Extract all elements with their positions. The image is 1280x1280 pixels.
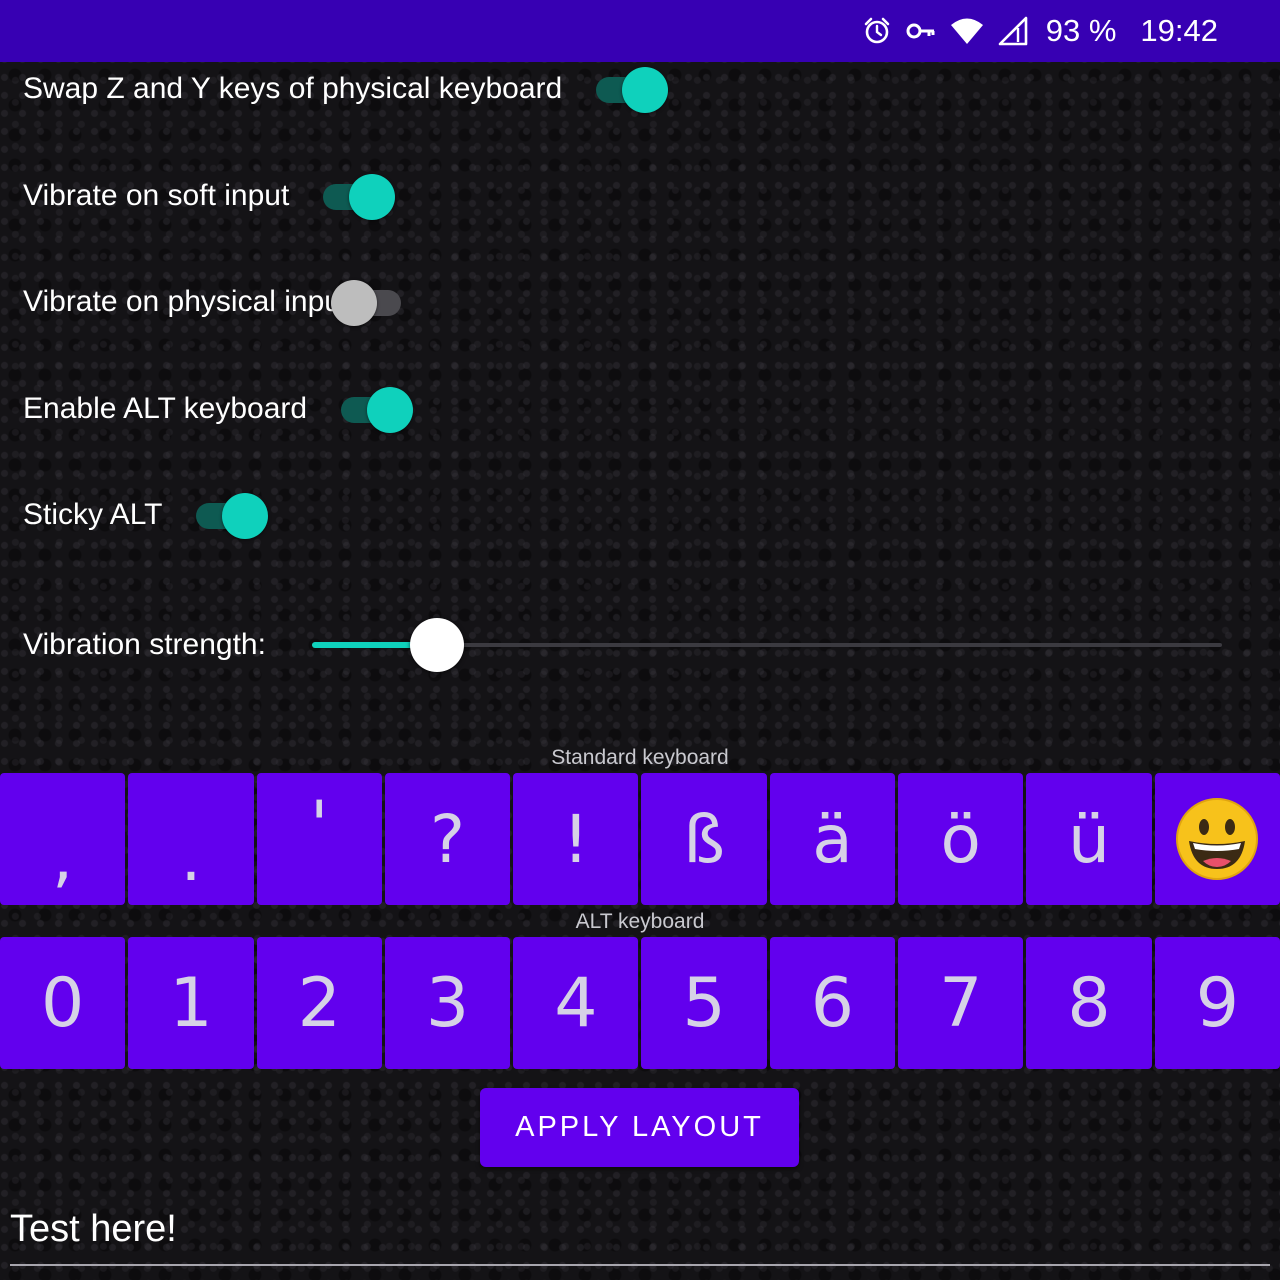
key-label: 6 [810,963,855,1043]
grinning-face-emoji-icon [1176,798,1259,880]
setting-enable-alt: Enable ALT keyboard [23,379,415,439]
toggle-thumb [622,67,669,113]
key-label: ! [562,800,590,878]
key-5[interactable]: 5 [641,937,767,1069]
slider-thumb[interactable] [410,618,464,672]
setting-label: Sticky ALT [23,498,163,531]
key-label: 1 [169,963,213,1043]
swap-zy-toggle[interactable] [596,65,670,113]
standard-keyboard: , . ' ? ! ß ä ö ü [0,773,1280,905]
toggle-thumb [331,280,378,326]
status-icons: 93 % 19:42 [862,0,1218,62]
wifi-icon [950,16,984,46]
key-4[interactable]: 4 [513,937,639,1069]
battery-level: 93 % [1045,13,1117,48]
setting-label: Vibrate on physical input [23,285,350,318]
key-3[interactable]: 3 [384,937,511,1069]
status-bar: 93 % 19:42 [0,0,1280,62]
key-a-umlaut[interactable]: ä [769,773,896,905]
key-label: 9 [1195,963,1239,1043]
toggle-thumb [367,387,414,433]
key-label: ? [430,800,466,878]
key-6[interactable]: 6 [769,937,896,1069]
vibrate-physical-toggle[interactable] [331,278,405,326]
test-input[interactable]: Test here! [10,1208,1270,1266]
key-1[interactable]: 1 [128,937,254,1069]
key-label: . [180,818,202,896]
setting-vibrate-soft: Vibrate on soft input [23,166,397,226]
vpn-key-icon [906,19,936,43]
alt-keyboard-caption: ALT keyboard [575,910,705,933]
cellular-signal-icon [998,16,1028,46]
key-label: 5 [682,963,726,1043]
alarm-icon [862,16,892,46]
key-7[interactable]: 7 [898,937,1024,1069]
sticky-alt-toggle[interactable] [196,491,270,539]
key-label: ' [310,786,329,864]
key-period[interactable]: . [128,773,254,905]
setting-label: Enable ALT keyboard [23,392,308,425]
key-label: , [52,818,74,896]
enable-alt-toggle[interactable] [341,385,415,433]
apply-layout-button[interactable]: APPLY LAYOUT [480,1088,799,1167]
vibration-strength-label: Vibration strength: [23,628,266,661]
standard-keyboard-caption: Standard keyboard [551,746,729,769]
key-label: 3 [425,963,470,1043]
key-u-umlaut[interactable]: ü [1026,773,1152,905]
key-label: ß [683,800,725,878]
key-eszett[interactable]: ß [641,773,767,905]
key-label: ü [1068,800,1110,878]
setting-sticky-alt: Sticky ALT [23,485,270,545]
key-0[interactable]: 0 [0,937,126,1069]
key-label: ö [940,800,981,878]
vibration-strength-row: Vibration strength: [23,615,266,675]
key-2[interactable]: 2 [256,937,382,1069]
vibrate-soft-toggle[interactable] [323,172,397,220]
key-label: 7 [939,963,983,1043]
key-o-umlaut[interactable]: ö [898,773,1024,905]
key-question-mark[interactable]: ? [384,773,511,905]
key-label: 8 [1067,963,1111,1043]
key-comma[interactable]: , [0,773,126,905]
key-apostrophe[interactable]: ' [256,773,382,905]
key-label: 2 [297,963,341,1043]
toggle-thumb [222,493,269,539]
setting-label: Vibrate on soft input [23,179,290,212]
setting-swap-zy: Swap Z and Y keys of physical keyboard [23,59,670,119]
key-emoji[interactable] [1154,773,1280,905]
alt-keyboard: 0 1 2 3 4 5 6 7 8 9 [0,937,1280,1069]
vibration-strength-slider[interactable] [312,618,1222,672]
key-label: ä [812,800,853,878]
key-label: 0 [41,963,85,1043]
key-9[interactable]: 9 [1154,937,1280,1069]
key-exclamation-mark[interactable]: ! [513,773,639,905]
key-8[interactable]: 8 [1026,937,1152,1069]
toggle-thumb [349,174,396,220]
setting-vibrate-physical: Vibrate on physical input [23,272,405,332]
setting-label: Swap Z and Y keys of physical keyboard [23,72,563,105]
clock: 19:42 [1140,13,1218,48]
key-label: 4 [554,963,598,1043]
